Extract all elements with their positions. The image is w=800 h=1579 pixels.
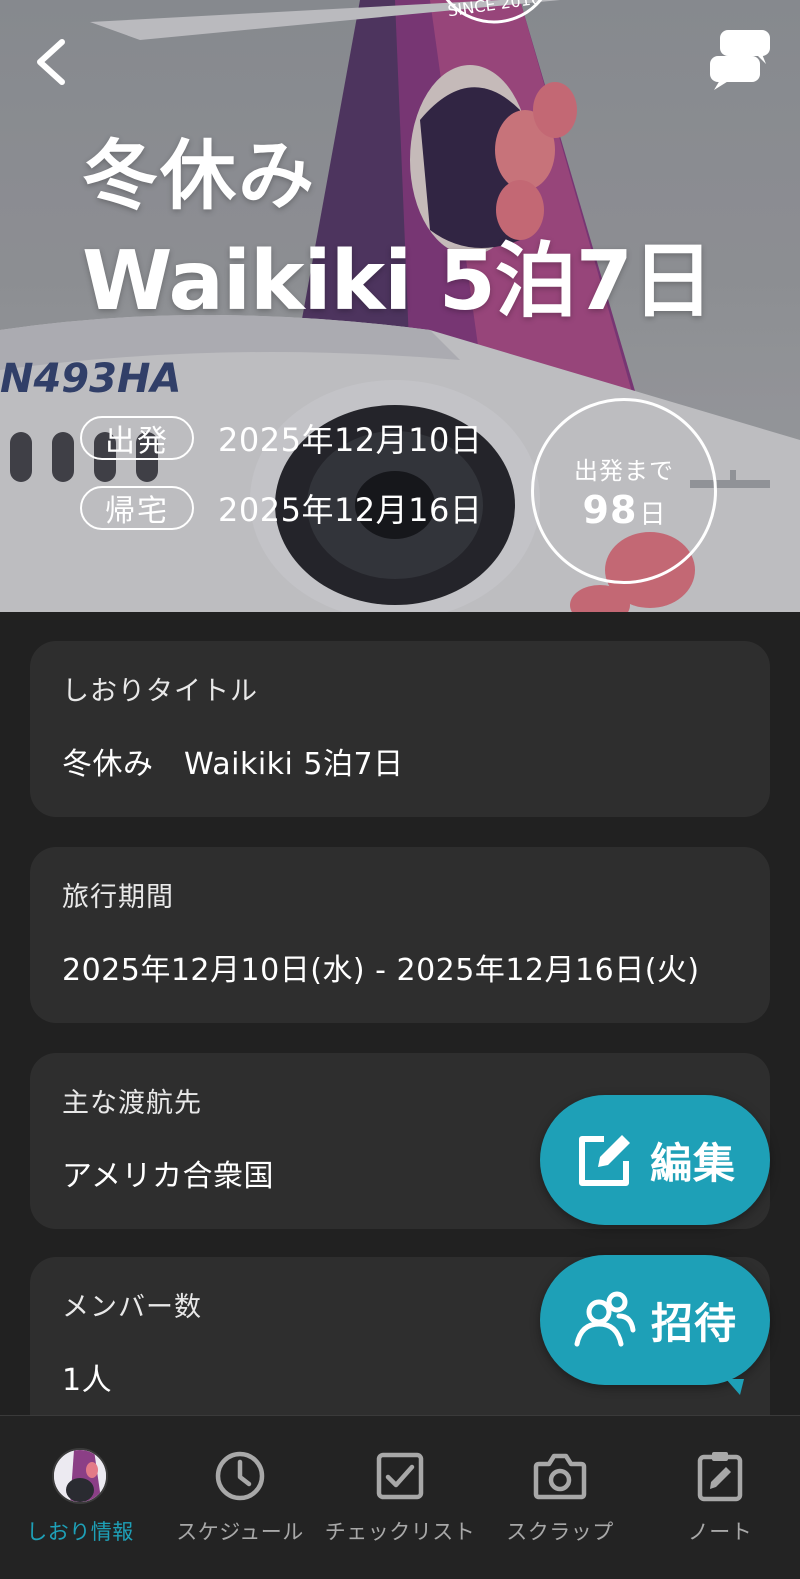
destination-value: アメリカ合衆国 xyxy=(62,1159,274,1194)
tab-trip-info[interactable]: しおり情報 xyxy=(0,1416,160,1546)
trip-period-card[interactable]: 旅行期間 2025年12月10日(水) - 2025年12月16日(火) xyxy=(30,847,770,1023)
departure-countdown: 出発まで 98 日 xyxy=(531,398,717,584)
return-date: 2025年12月16日 xyxy=(218,491,483,529)
invite-label: 招待 xyxy=(650,1298,737,1348)
trip-title-line1: 冬休み xyxy=(82,131,316,220)
chat-bubbles-icon xyxy=(710,30,770,90)
tab-scrap[interactable]: スクラップ xyxy=(480,1416,640,1546)
edit-square-icon xyxy=(578,1135,630,1186)
member-count-value: 1人 xyxy=(62,1363,113,1398)
invite-button[interactable]: 招待 xyxy=(540,1255,770,1395)
edit-label: 編集 xyxy=(649,1138,736,1188)
countdown-days: 98 xyxy=(582,487,638,532)
countdown-label: 出発まで xyxy=(574,456,674,485)
tab-schedule-label: スケジュール xyxy=(176,1520,304,1544)
trip-avatar xyxy=(52,1448,108,1504)
tab-checklist[interactable]: チェックリスト xyxy=(320,1416,480,1546)
bottom-tab-bar: しおり情報 スケジュール チェックリスト スクラップ ノート xyxy=(0,1415,800,1579)
tab-note[interactable]: ノート xyxy=(640,1416,800,1546)
return-row: 帰宅 2025年12月16日 xyxy=(80,486,482,530)
chevron-left-icon xyxy=(37,39,65,85)
tab-schedule[interactable]: スケジュール xyxy=(160,1416,320,1546)
trip-title-value: 冬休み Waikiki 5泊7日 xyxy=(62,747,404,782)
departure-date: 2025年12月10日 xyxy=(218,421,483,459)
tab-trip-info-label: しおり情報 xyxy=(26,1520,134,1544)
member-count-label: メンバー数 xyxy=(62,1292,202,1323)
departure-row: 出発 2025年12月10日 xyxy=(80,416,482,460)
hero-header: N493HA SINCE 2016 冬休み Waikiki 5泊7日 出発 20… xyxy=(0,0,800,612)
checkbox-icon xyxy=(376,1452,424,1500)
tab-note-label: ノート xyxy=(687,1520,753,1544)
tab-checklist-label: チェックリスト xyxy=(324,1520,476,1544)
tab-scrap-label: スクラップ xyxy=(506,1520,614,1544)
edit-button[interactable]: 編集 xyxy=(540,1095,770,1225)
destination-label: 主な渡航先 xyxy=(62,1088,202,1119)
postmark-stamp-icon: SINCE 2016 xyxy=(445,0,543,24)
trip-title-card[interactable]: しおりタイトル 冬休み Waikiki 5泊7日 xyxy=(30,641,770,817)
chat-button[interactable] xyxy=(706,26,776,92)
trip-period-label: 旅行期間 xyxy=(62,882,174,913)
departure-badge: 出発 xyxy=(80,416,194,460)
clock-icon xyxy=(215,1451,265,1501)
return-badge: 帰宅 xyxy=(80,486,194,530)
trip-info-screen: N493HA SINCE 2016 冬休み Waikiki 5泊7日 出発 20… xyxy=(0,0,800,1579)
back-button[interactable] xyxy=(30,34,74,90)
trip-title: 冬休み Waikiki 5泊7日 xyxy=(82,126,714,338)
trip-period-value: 2025年12月10日(水) - 2025年12月16日(火) xyxy=(62,953,700,988)
countdown-unit: 日 xyxy=(639,499,666,530)
camera-icon xyxy=(533,1453,587,1500)
trip-title-line2: Waikiki 5泊7日 xyxy=(82,234,714,329)
trip-title-label: しおりタイトル xyxy=(62,676,258,707)
people-icon xyxy=(574,1291,636,1347)
clipboard-edit-icon xyxy=(697,1452,743,1502)
